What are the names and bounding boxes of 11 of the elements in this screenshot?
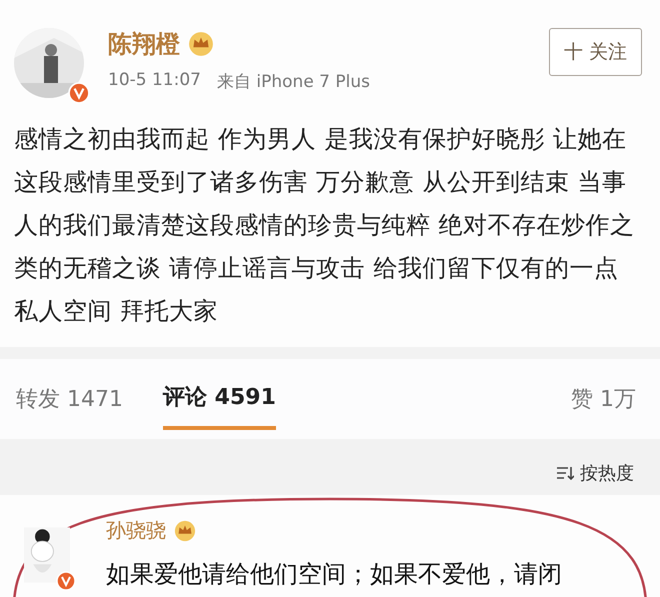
commenter-name[interactable]: 孙骁骁: [106, 517, 166, 544]
follow-button[interactable]: 十 关注: [548, 28, 642, 76]
post-source: 来自 iPhone 7 Plus: [216, 71, 370, 93]
post-time: 10-5 11:07: [108, 70, 201, 92]
tab[interactable]: 评论 4591: [162, 368, 276, 430]
tab[interactable]: 转发 1471: [16, 370, 123, 428]
author-name[interactable]: 陈翔橙: [108, 28, 180, 60]
comment-text: 如果爱他请给他们空间；如果不爱他，请闭: [106, 559, 562, 590]
post-text: 感情之初由我而起 作为男人 是我没有保护好晓彤 让她在这段感情里受到了诸多伤害 万分歉意 从公开到结束 当事人的我们最清楚这段感情的珍贵与纯粹 绝对不存在炒作之类的无稽之谈 请停止谣言与攻击 给我们留下仅有的一点私人空间 拜托大家: [14, 124, 636, 327]
like-count[interactable]: 赞 1万: [571, 384, 636, 414]
sort-option[interactable]: 按热度: [580, 461, 634, 485]
